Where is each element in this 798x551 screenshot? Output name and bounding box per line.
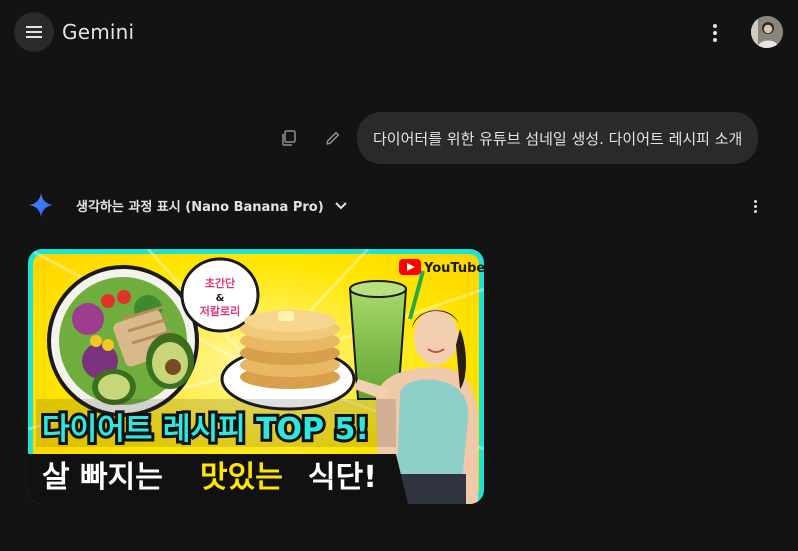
headline-line1: 다이어트 레시피 TOP 5! [42, 412, 369, 447]
badge-line1: 초간단 [205, 276, 235, 290]
user-message-bubble: 다이어터를 위한 유튜브 섬네일 생성. 다이어트 레시피 소개 [357, 112, 759, 164]
top-app-bar: Gemini [0, 0, 798, 66]
more-vert-icon [753, 199, 757, 203]
more-options-button[interactable] [704, 20, 726, 46]
youtube-logo: YouTube [399, 259, 484, 276]
salad-bowl [47, 265, 199, 417]
edit-pencil-icon[interactable] [324, 129, 342, 147]
main-menu-button[interactable] [14, 12, 54, 52]
youtube-label: YouTube [423, 261, 484, 276]
response-header: 생각하는 과정 표시 (Nano Banana Pro) [0, 190, 798, 222]
gemini-spark-icon [29, 193, 53, 217]
user-avatar[interactable] [751, 16, 783, 48]
app-title: Gemini [62, 20, 135, 44]
thumbnail-artwork: 초간단 & 저칼로리 YouTube 다이어트 레시피 TOP 5! 살 빠지는… [28, 249, 484, 504]
response-more-button[interactable] [746, 196, 764, 216]
headline-line2-c: 식단! [308, 460, 377, 495]
thinking-label: 생각하는 과정 표시 (Nano Banana Pro) [76, 200, 324, 215]
headline-line2-b: 맛있는 [200, 460, 283, 495]
hamburger-menu-icon [26, 26, 42, 38]
badge-line2: 저칼로리 [200, 304, 240, 318]
user-message-text: 다이어터를 위한 유튜브 섬네일 생성. 다이어트 레시피 소개 [373, 129, 743, 148]
copy-icon[interactable] [280, 129, 298, 147]
more-vert-icon [713, 24, 717, 28]
show-thinking-toggle[interactable]: 생각하는 과정 표시 (Nano Banana Pro) [76, 196, 348, 215]
headline-line2-a: 살 빠지는 [42, 460, 163, 495]
badge-amp: & [216, 293, 225, 304]
avatar-photo [751, 16, 783, 48]
generated-thumbnail-image[interactable]: 초간단 & 저칼로리 YouTube 다이어트 레시피 TOP 5! 살 빠지는… [28, 249, 484, 504]
chevron-down-icon [334, 201, 347, 209]
user-message-row: 다이어터를 위한 유튜브 섬네일 생성. 다이어트 레시피 소개 [0, 112, 798, 164]
